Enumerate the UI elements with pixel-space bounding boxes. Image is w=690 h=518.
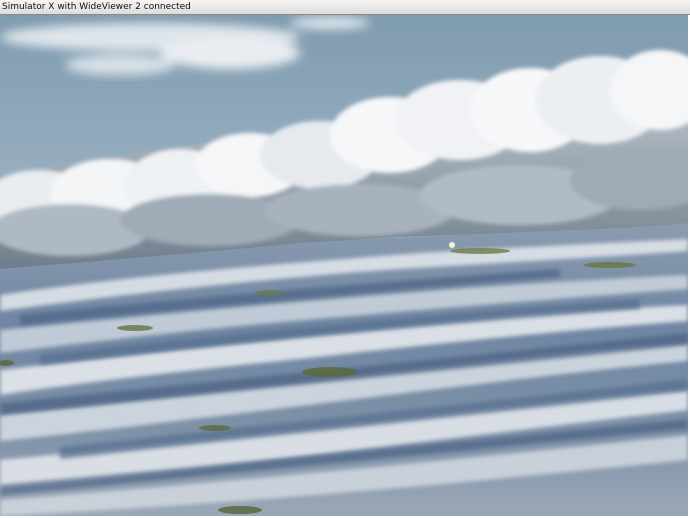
- window-titlebar[interactable]: Simulator X with WideViewer 2 connected: [0, 0, 690, 15]
- simulator-viewport[interactable]: [0, 15, 688, 516]
- sun-glint: [449, 242, 455, 248]
- simulator-window: Simulator X with WideViewer 2 connected: [0, 0, 690, 518]
- scenery-render: [0, 15, 688, 516]
- window-title: Simulator X with WideViewer 2 connected: [2, 2, 191, 12]
